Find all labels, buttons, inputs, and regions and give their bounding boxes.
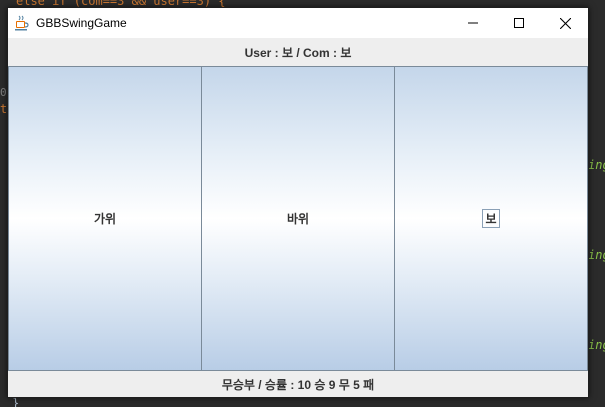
minimize-icon [468, 22, 478, 24]
paper-button[interactable]: 보 [394, 66, 588, 371]
window-controls [450, 8, 588, 38]
close-icon [559, 17, 571, 29]
window-title: GBBSwingGame [36, 16, 127, 30]
minimize-button[interactable] [450, 8, 496, 38]
app-window: GBBSwingGame User : 보 / Com : 보 가위 바위 보 … [7, 7, 589, 398]
background-code-fragment: ing [588, 158, 605, 172]
scissors-button[interactable]: 가위 [8, 66, 202, 371]
background-code-fragment: ing [588, 248, 605, 262]
maximize-icon [514, 18, 524, 28]
rock-button-label: 바위 [286, 212, 310, 226]
close-button[interactable] [542, 8, 588, 38]
result-status-label: 무승부 / 승률 : 10 승 9 무 5 패 [221, 378, 375, 392]
title-bar[interactable]: GBBSwingGame [8, 8, 588, 38]
maximize-button[interactable] [496, 8, 542, 38]
java-cup-icon[interactable] [14, 15, 30, 31]
background-code-fragment: ing [588, 338, 605, 352]
paper-button-label: 보 [482, 209, 500, 228]
scissors-button-label: 가위 [93, 212, 117, 226]
choice-status-label: User : 보 / Com : 보 [244, 45, 352, 60]
background-code-fragment: 0 [0, 86, 7, 99]
choice-buttons: 가위 바위 보 [8, 66, 588, 371]
rock-button[interactable]: 바위 [201, 66, 395, 371]
